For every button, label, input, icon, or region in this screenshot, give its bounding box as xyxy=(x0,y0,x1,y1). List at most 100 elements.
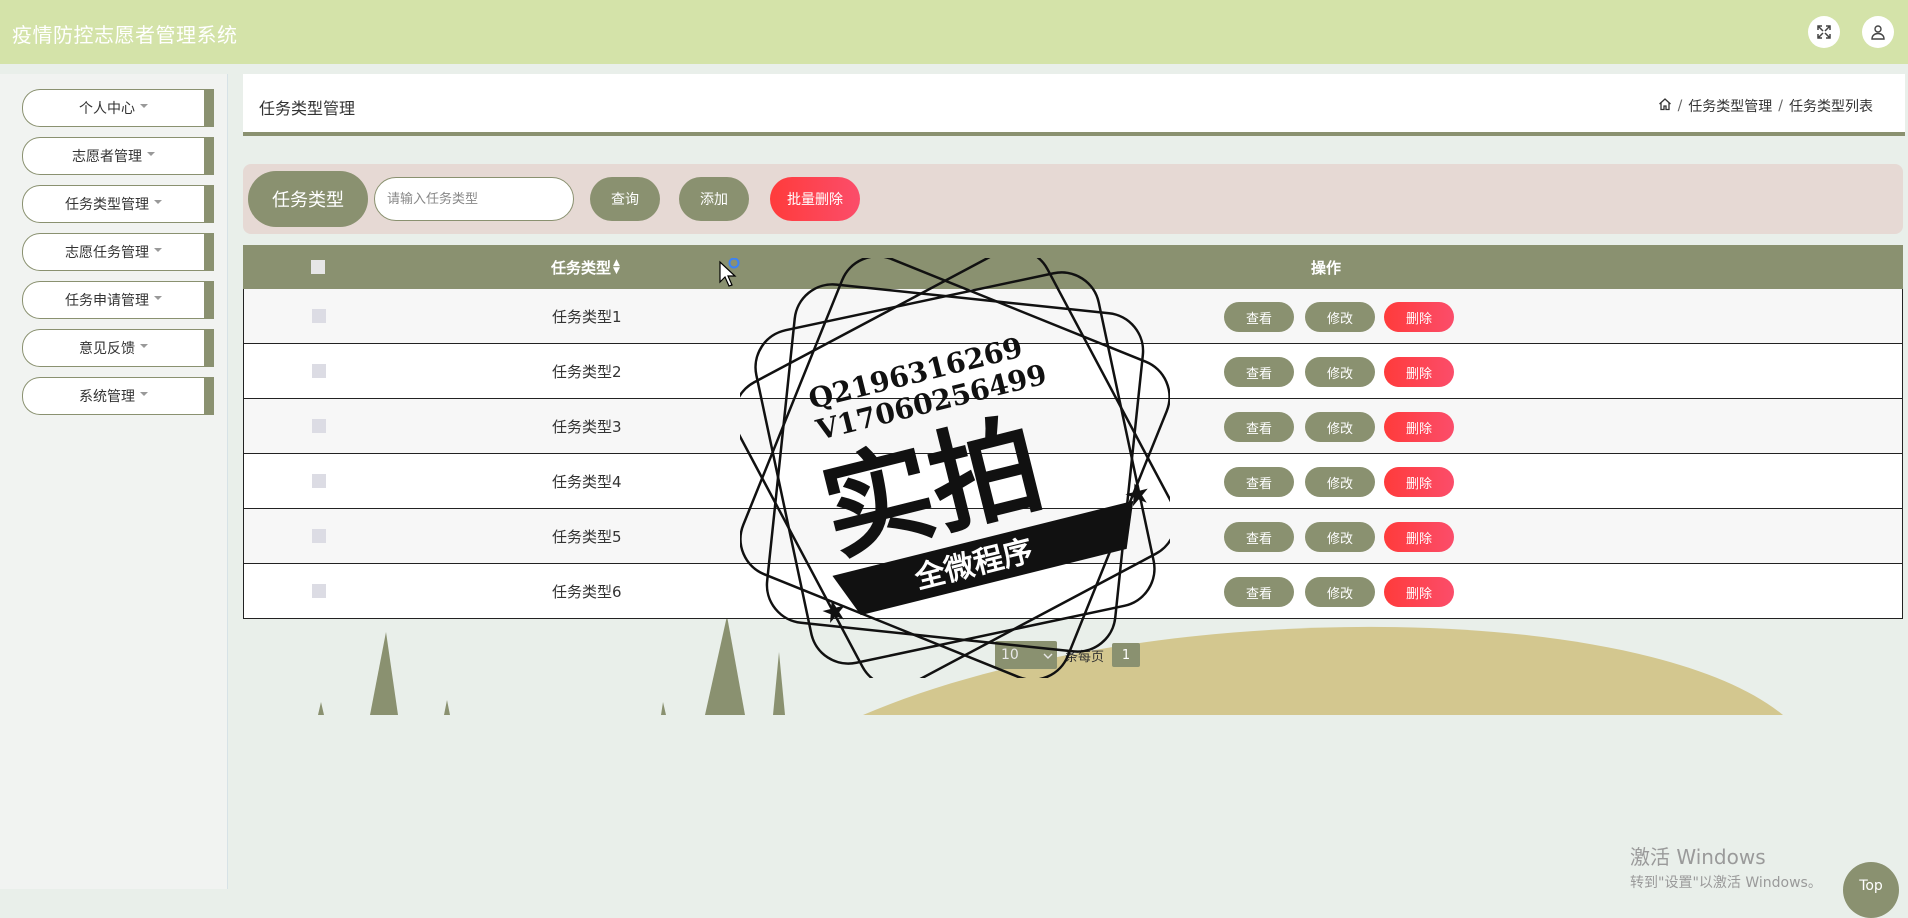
row-checkbox-cell xyxy=(312,509,326,563)
delete-button[interactable]: 删除 xyxy=(1384,522,1454,552)
sidebar-item-label: 个人中心 xyxy=(79,101,135,117)
view-button[interactable]: 查看 xyxy=(1224,522,1294,552)
search-panel: 任务类型 查询 添加 批量删除 xyxy=(243,164,1903,234)
row-checkbox-cell xyxy=(312,564,326,618)
top-header: 疫情防控志愿者管理系统 xyxy=(0,0,1908,64)
sidebar-item-feedback[interactable]: 意见反馈 xyxy=(22,329,214,367)
back-to-top-button[interactable]: Top xyxy=(1843,862,1899,918)
row-task-type: 任务类型1 xyxy=(552,307,622,326)
sidebar-item-label: 意见反馈 xyxy=(79,341,135,357)
row-task-type: 任务类型5 xyxy=(552,527,622,546)
table-row: 任务类型3 查看 修改 删除 xyxy=(243,399,1903,454)
caret-down-icon xyxy=(140,392,148,396)
mouse-cursor-icon xyxy=(719,258,740,287)
task-type-search-input[interactable] xyxy=(374,177,574,221)
breadcrumb: / 任务类型管理 / 任务类型列表 xyxy=(1658,96,1873,116)
caret-down-icon xyxy=(147,152,155,156)
sidebar-item-volunteer-management[interactable]: 志愿者管理 xyxy=(22,137,214,175)
page-size-value: 10 xyxy=(1001,647,1019,663)
row-task-type: 任务类型2 xyxy=(552,362,622,381)
caret-down-icon xyxy=(140,104,148,108)
view-button[interactable]: 查看 xyxy=(1224,302,1294,332)
windows-activation-hint: 转到"设置"以激活 Windows。 xyxy=(1630,875,1822,891)
sidebar-item-label: 任务类型管理 xyxy=(65,197,149,213)
column-header-task-type[interactable]: 任务类型 ▲ ▼ xyxy=(551,245,620,289)
view-button[interactable]: 查看 xyxy=(1224,357,1294,387)
caret-down-icon xyxy=(154,296,162,300)
edit-button[interactable]: 修改 xyxy=(1305,467,1375,497)
sidebar: 个人中心 志愿者管理 任务类型管理 志愿任务管理 任务申请管理 意见反馈 系统管… xyxy=(0,74,228,889)
batch-delete-button[interactable]: 批量删除 xyxy=(770,177,860,221)
breadcrumb-item-task-type-list: 任务类型列表 xyxy=(1789,99,1873,115)
caret-down-icon xyxy=(154,200,162,204)
table-row: 任务类型4 查看 修改 删除 xyxy=(243,454,1903,509)
edit-button[interactable]: 修改 xyxy=(1305,522,1375,552)
row-checkbox[interactable] xyxy=(312,364,326,378)
row-checkbox-cell xyxy=(312,454,326,508)
page-title: 任务类型管理 xyxy=(259,99,356,118)
table-header: 任务类型 ▲ ▼ 操作 xyxy=(243,245,1903,289)
add-button[interactable]: 添加 xyxy=(679,177,749,221)
select-all-checkbox[interactable] xyxy=(311,260,325,274)
task-type-table: 任务类型 ▲ ▼ 操作 任务类型1 查看 修改 删除 任务类型2 查看 修改 删除… xyxy=(243,245,1903,619)
row-checkbox-cell xyxy=(312,399,326,453)
breadcrumb-separator: / xyxy=(1677,98,1683,114)
delete-button[interactable]: 删除 xyxy=(1384,412,1454,442)
sidebar-item-task-type-management[interactable]: 任务类型管理 xyxy=(22,185,214,223)
sort-icon[interactable]: ▲ ▼ xyxy=(613,259,620,276)
caret-down-icon xyxy=(140,344,148,348)
view-button[interactable]: 查看 xyxy=(1224,577,1294,607)
sidebar-item-system-management[interactable]: 系统管理 xyxy=(22,377,214,415)
row-checkbox[interactable] xyxy=(312,419,326,433)
per-page-label: 条每页 xyxy=(1065,649,1105,665)
sidebar-item-task-application-management[interactable]: 任务申请管理 xyxy=(22,281,214,319)
search-label: 任务类型 xyxy=(248,171,368,227)
row-checkbox[interactable] xyxy=(312,309,326,323)
windows-activation-notice: 激活 Windows 转到"设置"以激活 Windows。 xyxy=(1630,841,1822,892)
windows-activation-title: 激活 Windows xyxy=(1630,845,1766,869)
delete-button[interactable]: 删除 xyxy=(1384,357,1454,387)
row-checkbox-cell xyxy=(312,344,326,398)
page-number-button[interactable]: 1 xyxy=(1112,643,1141,667)
row-checkbox[interactable] xyxy=(312,584,326,598)
row-task-type: 任务类型6 xyxy=(552,582,622,601)
query-button[interactable]: 查询 xyxy=(590,177,660,221)
delete-button[interactable]: 删除 xyxy=(1384,302,1454,332)
sidebar-item-personal-center[interactable]: 个人中心 xyxy=(22,89,214,127)
row-checkbox-cell xyxy=(312,289,326,343)
pagination: 10 条每页 1 xyxy=(995,641,1141,669)
edit-button[interactable]: 修改 xyxy=(1305,302,1375,332)
page-size-select[interactable]: 10 xyxy=(995,641,1057,669)
sidebar-item-label: 任务申请管理 xyxy=(65,293,149,309)
row-task-type: 任务类型3 xyxy=(552,417,622,436)
delete-button[interactable]: 删除 xyxy=(1384,577,1454,607)
sidebar-item-volunteer-task-management[interactable]: 志愿任务管理 xyxy=(22,233,214,271)
delete-button[interactable]: 删除 xyxy=(1384,467,1454,497)
chevron-down-icon xyxy=(1043,647,1053,663)
table-row: 任务类型1 查看 修改 删除 xyxy=(243,289,1903,344)
app-title: 疫情防控志愿者管理系统 xyxy=(12,23,238,47)
user-icon[interactable] xyxy=(1862,16,1894,48)
edit-button[interactable]: 修改 xyxy=(1305,357,1375,387)
caret-down-icon xyxy=(154,248,162,252)
home-icon[interactable] xyxy=(1658,97,1672,115)
view-button[interactable]: 查看 xyxy=(1224,467,1294,497)
table-row: 任务类型2 查看 修改 删除 xyxy=(243,344,1903,399)
row-task-type: 任务类型4 xyxy=(552,472,622,491)
select-all-checkbox-cell xyxy=(311,245,325,289)
view-button[interactable]: 查看 xyxy=(1224,412,1294,442)
row-checkbox[interactable] xyxy=(312,474,326,488)
table-row: 任务类型5 查看 修改 删除 xyxy=(243,509,1903,564)
breadcrumb-separator: / xyxy=(1778,98,1783,114)
row-checkbox[interactable] xyxy=(312,529,326,543)
column-header-operations: 操作 xyxy=(1311,258,1342,277)
sidebar-item-label: 志愿任务管理 xyxy=(65,245,149,261)
column-header-label: 任务类型 xyxy=(551,258,612,277)
fullscreen-icon[interactable] xyxy=(1808,16,1840,48)
table-row: 任务类型6 查看 修改 删除 xyxy=(243,564,1903,619)
edit-button[interactable]: 修改 xyxy=(1305,412,1375,442)
sidebar-item-label: 志愿者管理 xyxy=(72,149,142,165)
breadcrumb-bar: 任务类型管理 / 任务类型管理 / 任务类型列表 xyxy=(243,74,1905,136)
breadcrumb-item-task-type-management[interactable]: 任务类型管理 xyxy=(1688,96,1772,116)
edit-button[interactable]: 修改 xyxy=(1305,577,1375,607)
